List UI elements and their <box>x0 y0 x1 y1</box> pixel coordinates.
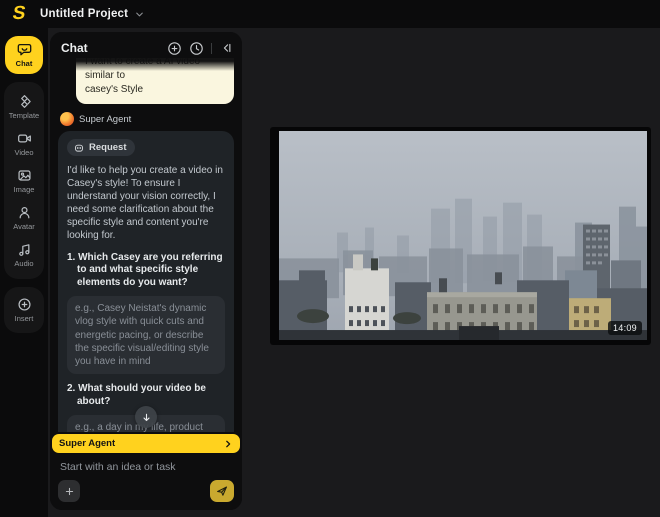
insert-plus-circle-icon <box>17 297 32 312</box>
top-bar: S Untitled Project <box>0 0 660 28</box>
plus-icon <box>64 486 75 497</box>
chevron-down-icon <box>134 9 145 20</box>
new-chat-icon[interactable] <box>167 41 182 56</box>
sidebar-item-template[interactable]: Template <box>4 89 44 126</box>
template-icon <box>17 94 32 109</box>
chat-composer: Super Agent Start with an idea or task <box>50 432 242 510</box>
sidebar-item-video[interactable]: Video <box>4 126 44 163</box>
agent-header-row: Super Agent <box>60 112 234 126</box>
collapse-panel-icon[interactable] <box>219 41 233 55</box>
image-icon <box>17 168 32 183</box>
sidebar-item-audio[interactable]: Audio <box>4 237 44 274</box>
scroll-to-bottom-button[interactable] <box>135 406 157 428</box>
chat-bubble-icon <box>17 42 32 57</box>
user-message-line2: casey's Style <box>85 83 225 97</box>
avatar-person-icon <box>17 205 32 220</box>
arrow-down-icon <box>141 412 152 423</box>
paper-plane-icon <box>216 485 228 497</box>
chat-messages: I want to create a AI video similar to c… <box>50 58 242 432</box>
composer-input[interactable]: Start with an idea or task <box>60 461 232 473</box>
project-menu-caret[interactable] <box>134 9 145 20</box>
video-timestamp: 14:09 <box>608 321 642 335</box>
header-divider <box>211 43 212 54</box>
video-camera-icon <box>17 131 32 146</box>
super-agent-mode-bar[interactable]: Super Agent <box>52 434 240 453</box>
sidebar-item-label: Image <box>14 185 35 194</box>
sidebar-item-label: Avatar <box>13 222 35 231</box>
video-frame: 14:09 <box>279 131 647 340</box>
super-agent-mode-label: Super Agent <box>59 438 223 449</box>
sidebar-tools-group: Template Video Image Avatar <box>4 82 44 279</box>
sidebar-item-image[interactable]: Image <box>4 163 44 200</box>
agent-intro-text: I'd like to help you create a video in C… <box>67 164 225 243</box>
request-badge-label: Request <box>89 142 126 153</box>
chat-panel: Chat I want to create a AI video similar… <box>50 32 242 510</box>
chevron-right-icon <box>223 439 233 449</box>
sidebar-item-avatar[interactable]: Avatar <box>4 200 44 237</box>
video-player[interactable]: 14:09 <box>270 127 651 345</box>
user-message-bubble: I want to create a AI video similar to c… <box>76 58 234 104</box>
chat-panel-title: Chat <box>61 41 167 55</box>
sidebar-item-insert[interactable]: Insert <box>4 287 44 333</box>
agent-message-card: Request I'd like to help you create a vi… <box>58 131 234 432</box>
agent-name: Super Agent <box>79 114 131 125</box>
project-title[interactable]: Untitled Project <box>40 8 128 20</box>
app-logo: S <box>2 3 36 25</box>
question-1-label: 1. Which Casey are you referring to and … <box>67 252 225 290</box>
left-sidebar: Chat Template Video Image <box>0 28 48 517</box>
user-message-line1: I want to create a AI video similar to <box>85 58 225 83</box>
super-agent-avatar <box>60 112 74 126</box>
send-button[interactable] <box>210 480 234 502</box>
sidebar-item-chat[interactable]: Chat <box>5 36 43 74</box>
sidebar-item-label: Template <box>9 111 39 120</box>
composer-actions <box>58 480 234 502</box>
robot-face-icon <box>74 143 84 153</box>
sidebar-item-label: Chat <box>16 59 33 68</box>
city-skyline-video-still <box>279 131 647 340</box>
attach-button[interactable] <box>58 480 80 502</box>
history-icon[interactable] <box>189 41 204 56</box>
chat-panel-header: Chat <box>50 32 242 56</box>
sidebar-item-label: Video <box>14 148 33 157</box>
request-badge: Request <box>67 139 135 156</box>
question-1-input[interactable]: e.g., Casey Neistat's dynamic vlog style… <box>67 296 225 374</box>
audio-note-icon <box>17 242 32 257</box>
sidebar-item-label: Audio <box>14 259 33 268</box>
sidebar-item-label: Insert <box>15 314 34 323</box>
